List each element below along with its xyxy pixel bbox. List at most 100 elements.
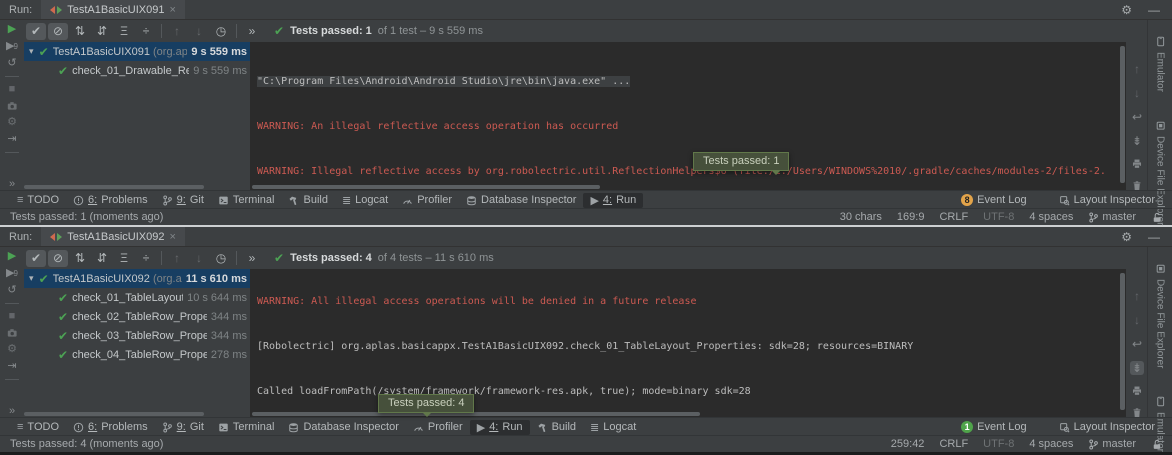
file-encoding[interactable]: UTF-8 [983, 211, 1014, 223]
next-failed-test-button[interactable]: ↓ [189, 250, 209, 267]
chevron-down-icon[interactable]: ▾ [29, 273, 35, 284]
tool-window-button-logcat[interactable]: ≣Logcat [583, 420, 643, 435]
tool-window-button-build[interactable]: Build [530, 420, 583, 434]
indent-setting[interactable]: 4 spaces [1029, 211, 1073, 223]
collapse-all-button[interactable]: ÷ [136, 23, 156, 40]
tool-window-button-terminal[interactable]: Terminal [211, 193, 282, 207]
show-ignored-button[interactable]: ⊘ [48, 23, 68, 40]
rerun-button[interactable]: ▶ [8, 23, 16, 36]
sidebar-tab-emulator[interactable]: Emulator [1155, 36, 1166, 92]
tool-window-button-database-inspector[interactable]: Database Inspector [459, 193, 583, 207]
rerun-failed-button[interactable]: ▶9 [6, 40, 18, 53]
next-failed-test-button[interactable]: ↓ [189, 23, 209, 40]
jump-to-source-icon[interactable]: ⇥ [7, 133, 16, 146]
git-branch-widget[interactable]: master [1088, 211, 1136, 223]
settings-icon[interactable]: ⚙ [7, 116, 17, 129]
up-arrow-icon[interactable]: ↑ [1134, 62, 1140, 76]
event-log-button[interactable]: 1Event Log [954, 420, 1034, 434]
line-ending[interactable]: CRLF [939, 438, 968, 450]
console-horizontal-scrollbar[interactable] [252, 412, 700, 416]
gear-icon[interactable]: ⚙ [1121, 230, 1132, 244]
down-arrow-icon[interactable]: ↓ [1134, 86, 1140, 100]
test-tree-row[interactable]: ✔ check_03_TableRow_Properties 344 ms [24, 326, 250, 345]
test-tree-row[interactable]: ✔ check_01_Drawable_Resources 9 s 559 ms [24, 61, 250, 80]
lock-icon[interactable] [1151, 439, 1162, 450]
scroll-to-end-icon[interactable]: ⇟ [1132, 134, 1142, 148]
tool-window-button-profiler[interactable]: Profiler [406, 420, 470, 434]
sort-by-duration-button[interactable]: ⇵ [92, 23, 112, 40]
tool-window-button-todo[interactable]: ≡TODO [10, 193, 66, 207]
up-arrow-icon[interactable]: ↑ [1134, 289, 1140, 303]
chevron-down-icon[interactable]: ▾ [29, 46, 35, 57]
settings-icon[interactable]: ⚙ [7, 343, 17, 356]
expand-all-button[interactable]: Ξ [114, 23, 134, 40]
tool-window-button-run[interactable]: ▶4:Run [470, 420, 530, 435]
file-encoding[interactable]: UTF-8 [983, 438, 1014, 450]
tool-window-button-terminal[interactable]: Terminal [211, 420, 282, 434]
stop-button[interactable]: ■ [9, 310, 16, 323]
test-tree-root-row[interactable]: ▾ ✔ TestA1BasicUIX091 (org.aplas.basicap… [24, 42, 250, 61]
thread-dump-icon[interactable] [6, 100, 18, 112]
test-history-button[interactable]: ◷ [211, 250, 231, 267]
test-history-button[interactable]: ◷ [211, 23, 231, 40]
sort-by-duration-button[interactable]: ⇵ [92, 250, 112, 267]
scroll-to-end-icon[interactable]: ⇟ [1130, 361, 1144, 375]
tool-window-button-problems[interactable]: 6:Problems [66, 420, 155, 434]
sort-alphabetically-button[interactable]: ⇅ [70, 250, 90, 267]
gear-icon[interactable]: ⚙ [1121, 3, 1132, 17]
run-tab-testa1basicuix092[interactable]: TestA1BasicUIX092 × [41, 227, 185, 246]
git-branch-widget[interactable]: master [1088, 438, 1136, 450]
tool-window-button-database-inspector[interactable]: Database Inspector [281, 420, 405, 434]
rerun-failed-button[interactable]: ▶9 [6, 267, 18, 280]
sidebar-tab-device-file-explorer[interactable]: Device File Explorer [1155, 263, 1166, 368]
soft-wrap-icon[interactable]: ↩ [1132, 110, 1142, 124]
print-icon[interactable] [1131, 385, 1143, 397]
caret-position[interactable]: 169:9 [897, 211, 925, 223]
stop-button[interactable]: ■ [9, 83, 16, 96]
line-ending[interactable]: CRLF [939, 211, 968, 223]
jump-to-source-icon[interactable]: ⇥ [7, 360, 16, 373]
tool-window-button-logcat[interactable]: ≣Logcat [335, 193, 395, 208]
show-ignored-button[interactable]: ⊘ [48, 250, 68, 267]
rerun-auto-button[interactable]: ↺ [7, 57, 16, 70]
tool-window-button-problems[interactable]: 6:Problems [66, 193, 155, 207]
hide-icon[interactable]: — [1148, 230, 1160, 244]
print-icon[interactable] [1131, 158, 1143, 170]
console-vertical-scrollbar[interactable] [1120, 46, 1125, 183]
down-arrow-icon[interactable]: ↓ [1134, 313, 1140, 327]
tree-horizontal-scrollbar[interactable] [24, 185, 204, 189]
event-log-button[interactable]: 8Event Log [954, 193, 1034, 207]
tool-window-button-profiler[interactable]: Profiler [395, 193, 459, 207]
overflow-icon[interactable]: » [242, 250, 262, 267]
soft-wrap-icon[interactable]: ↩ [1132, 337, 1142, 351]
test-tree-root-row[interactable]: ▾ ✔ TestA1BasicUIX092 (org.aplas.basica … [24, 269, 250, 288]
tree-horizontal-scrollbar[interactable] [24, 412, 204, 416]
caret-position[interactable]: 259:42 [891, 438, 925, 450]
layout-inspector-button[interactable]: Layout Inspector [1052, 193, 1162, 207]
previous-failed-test-button[interactable]: ↑ [167, 250, 187, 267]
console-output-1[interactable]: "C:\Program Files\Android\Android Studio… [250, 42, 1126, 191]
test-tree-row[interactable]: ✔ check_01_TableLayout_Properties 10 s 6… [24, 288, 250, 307]
previous-failed-test-button[interactable]: ↑ [167, 23, 187, 40]
lock-icon[interactable] [1151, 212, 1162, 223]
collapse-all-button[interactable]: ÷ [136, 250, 156, 267]
tool-window-button-git[interactable]: 9:Git [155, 193, 211, 207]
close-icon[interactable]: × [169, 4, 175, 16]
tool-window-button-run[interactable]: ▶4:Run [583, 193, 643, 208]
show-passed-button[interactable]: ✔ [26, 250, 46, 267]
thread-dump-icon[interactable] [6, 327, 18, 339]
expand-all-button[interactable]: Ξ [114, 250, 134, 267]
rerun-auto-button[interactable]: ↺ [7, 284, 16, 297]
hide-icon[interactable]: — [1148, 3, 1160, 17]
run-tab-testa1basicuix091[interactable]: TestA1BasicUIX091 × [41, 0, 185, 19]
test-tree-row[interactable]: ✔ check_04_TableRow_Properties 278 ms [24, 345, 250, 364]
console-horizontal-scrollbar[interactable] [252, 185, 600, 189]
sort-alphabetically-button[interactable]: ⇅ [70, 23, 90, 40]
test-tree-row[interactable]: ✔ check_02_TableRow_Properties 344 ms [24, 307, 250, 326]
tool-window-button-build[interactable]: Build [281, 193, 334, 207]
tool-window-button-git[interactable]: 9:Git [155, 420, 211, 434]
indent-setting[interactable]: 4 spaces [1029, 438, 1073, 450]
overflow-icon[interactable]: » [242, 23, 262, 40]
show-passed-button[interactable]: ✔ [26, 23, 46, 40]
close-icon[interactable]: × [169, 231, 175, 243]
